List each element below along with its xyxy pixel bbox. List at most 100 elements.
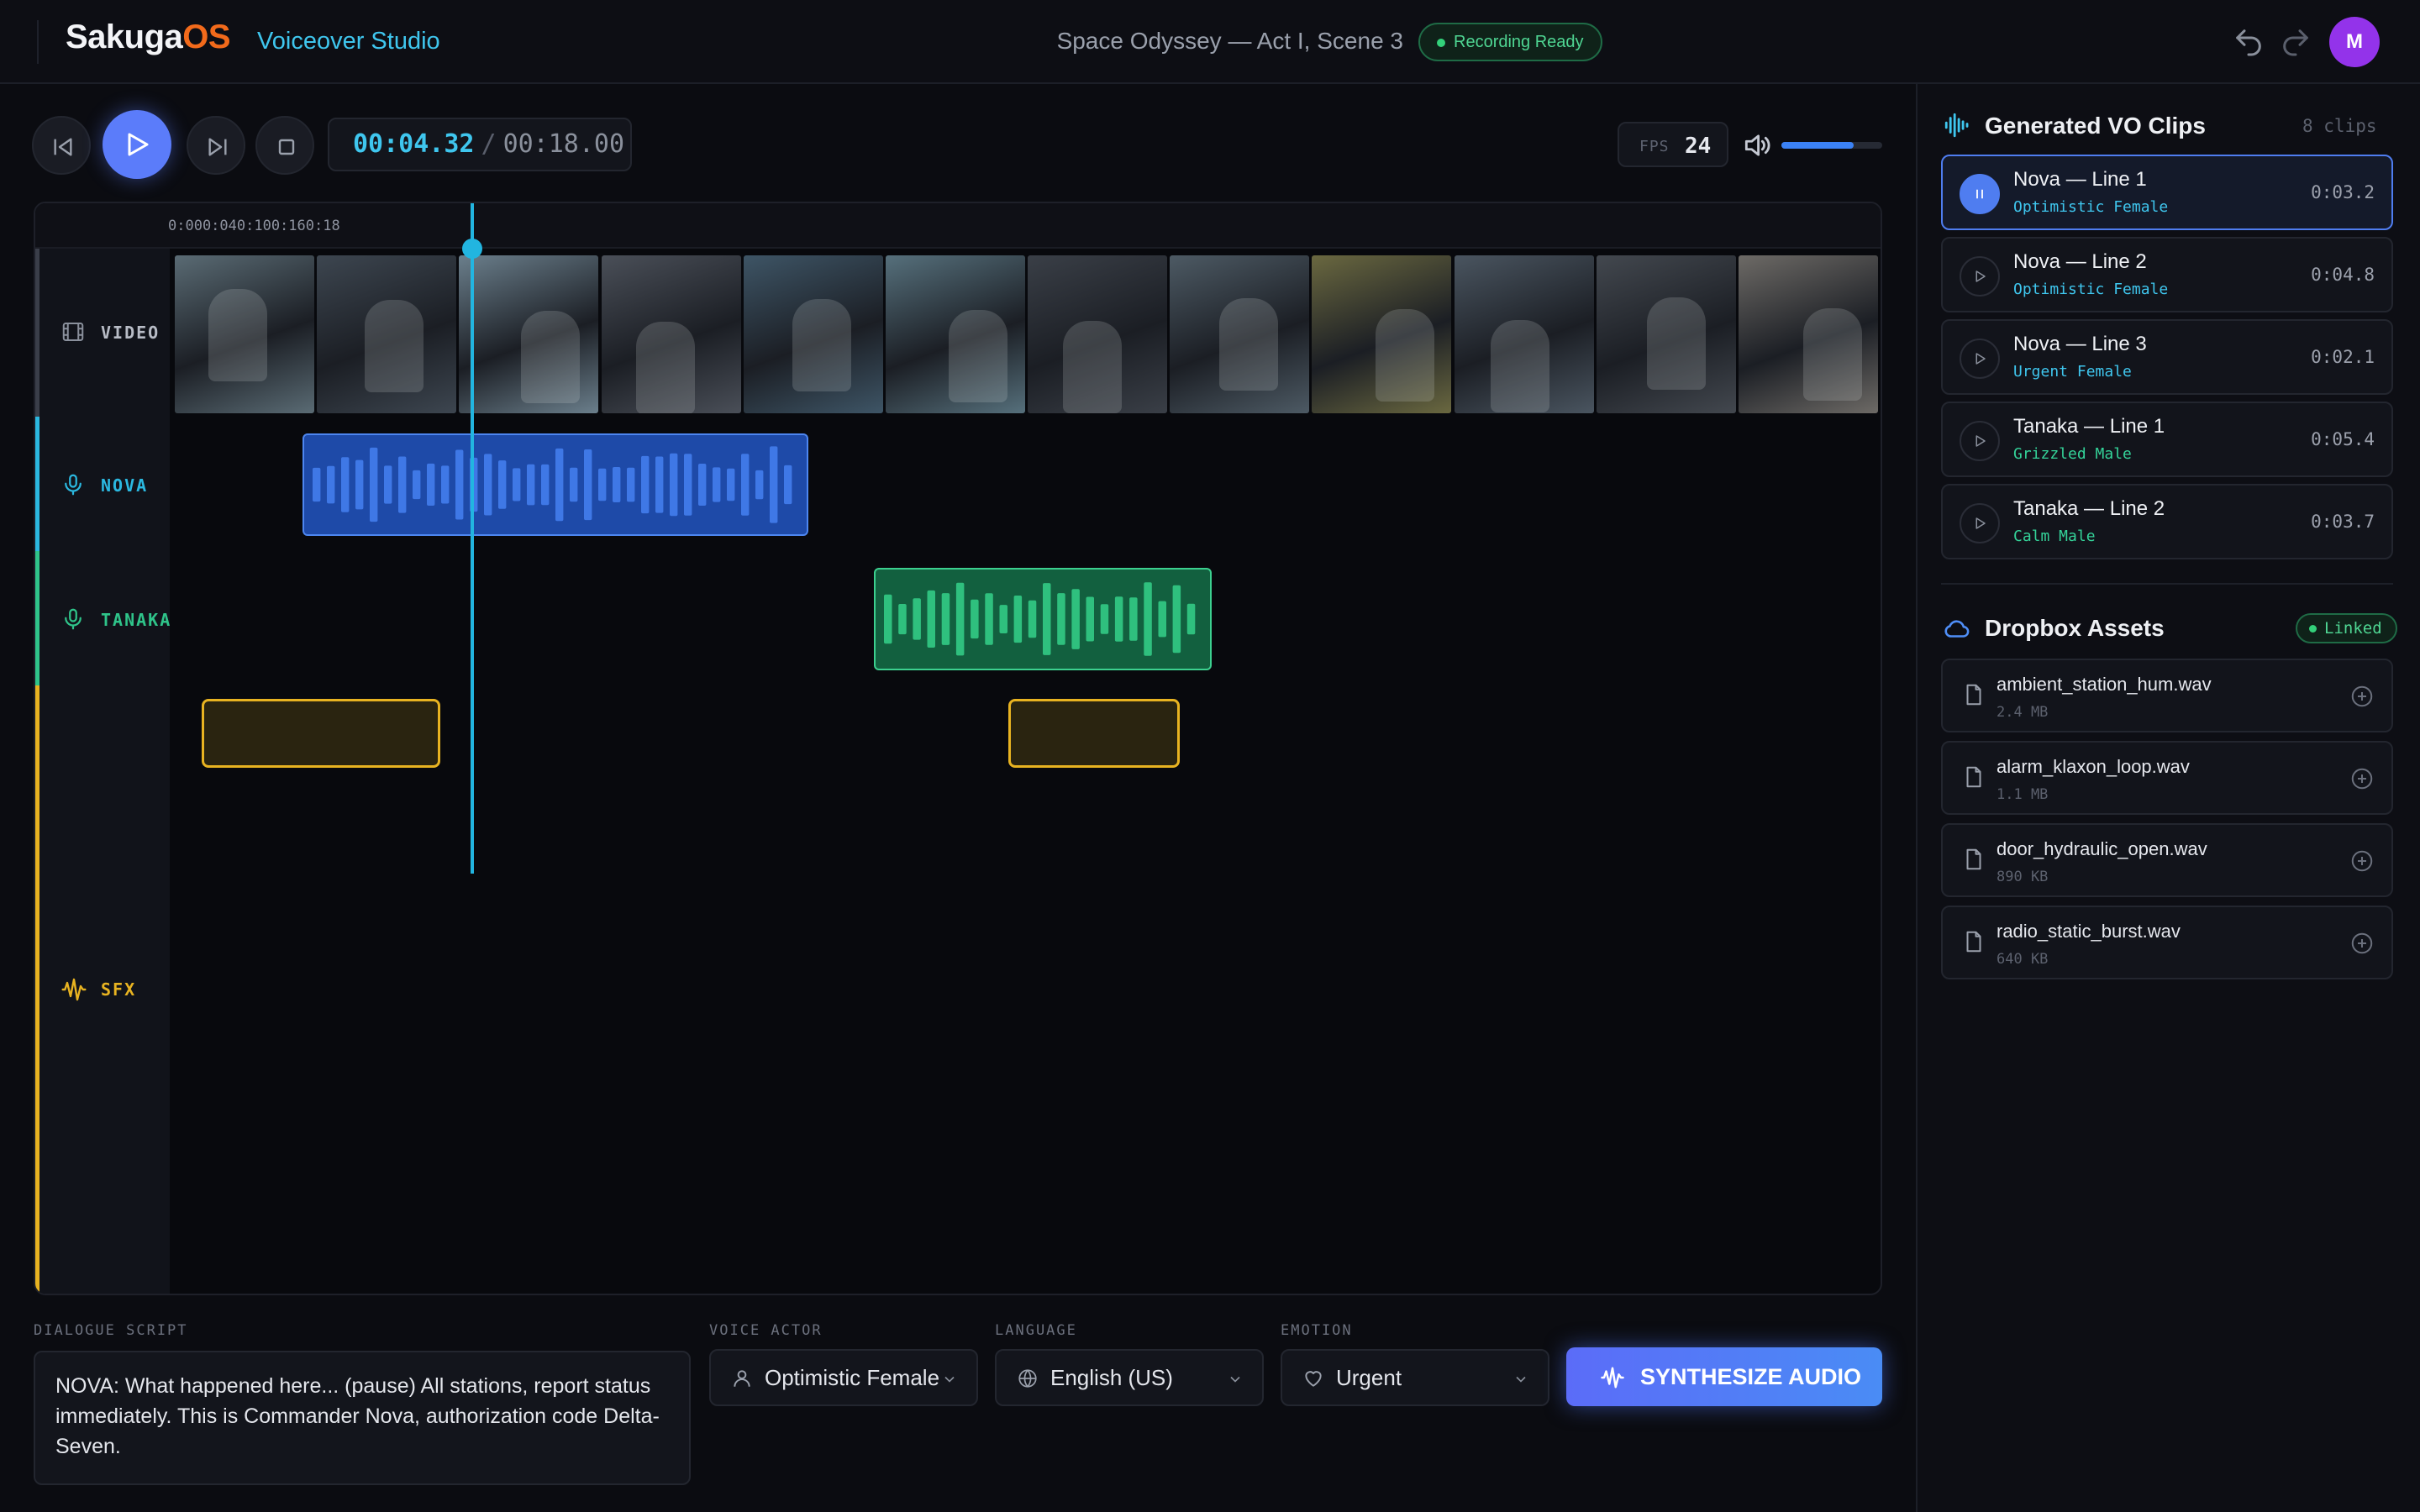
synthesize-audio-button[interactable]: SYNTHESIZE AUDIO xyxy=(1566,1347,1882,1406)
track-header-tanaka[interactable]: TANAKA xyxy=(35,551,170,685)
vo-clip-item[interactable]: Tanaka — Line 1 Grizzled Male 0:05.4 xyxy=(1941,402,2393,477)
track-header-sfx[interactable]: SFX xyxy=(35,685,170,1294)
emotion-select[interactable]: Urgent xyxy=(1281,1349,1549,1406)
logo-text-b: OS xyxy=(182,18,231,55)
nova-audio-clip[interactable] xyxy=(302,433,808,536)
waveform-bar xyxy=(413,470,421,500)
video-frame-thumbnail[interactable] xyxy=(1739,255,1878,413)
playhead-line[interactable] xyxy=(471,203,474,874)
undo-icon[interactable] xyxy=(2232,25,2265,59)
track-header-video[interactable]: VIDEO xyxy=(35,249,170,417)
skip-forward-button[interactable] xyxy=(187,116,245,175)
chevron-down-icon xyxy=(944,1376,955,1383)
stop-icon xyxy=(278,139,295,155)
app-logo[interactable]: SakugaOS xyxy=(66,18,231,56)
logo-text-a: Sakuga xyxy=(66,18,183,55)
module-title: Voiceover Studio xyxy=(257,28,440,55)
clip-duration: 0:03.7 xyxy=(2311,512,2375,532)
video-frame-thumbnail[interactable] xyxy=(744,255,883,413)
video-filmstrip[interactable] xyxy=(175,255,1881,413)
video-frame-thumbnail[interactable] xyxy=(1028,255,1167,413)
language-select[interactable]: English (US) xyxy=(995,1349,1264,1406)
asset-name: ambient_station_hum.wav xyxy=(1996,674,2212,695)
video-frame-thumbnail[interactable] xyxy=(602,255,741,413)
video-frame-thumbnail[interactable] xyxy=(1170,255,1309,413)
waveform-bar xyxy=(727,468,735,501)
dropbox-asset-item[interactable]: alarm_klaxon_loop.wav 1.1 MB xyxy=(1941,741,2393,815)
sfx-clip-1[interactable] xyxy=(202,699,440,768)
chevron-down-icon xyxy=(1516,1376,1526,1383)
recording-status-badge: Recording Ready xyxy=(1418,23,1602,61)
stop-button[interactable] xyxy=(255,116,314,175)
user-avatar[interactable]: M xyxy=(2329,17,2380,67)
waveform-bar xyxy=(584,449,592,521)
waveform-bar xyxy=(1129,597,1138,641)
waveform-bar xyxy=(655,456,664,513)
top-header: SakugaOS Voiceover Studio Space Odyssey … xyxy=(0,0,2420,84)
video-frame-thumbnail[interactable] xyxy=(459,255,598,413)
add-circle-icon[interactable] xyxy=(2349,848,2375,874)
video-frame-thumbnail[interactable] xyxy=(886,255,1025,413)
add-circle-icon[interactable] xyxy=(2349,684,2375,709)
time-ruler[interactable]: 0:000:040:100:160:18 xyxy=(35,203,1881,249)
dropbox-asset-item[interactable]: door_hydraulic_open.wav 890 KB xyxy=(1941,823,2393,897)
dropbox-asset-item[interactable]: radio_static_burst.wav 640 KB xyxy=(1941,906,2393,979)
volume-slider-fill xyxy=(1781,142,1854,149)
video-frame-thumbnail[interactable] xyxy=(1597,255,1736,413)
waveform-bar xyxy=(355,459,364,510)
dropbox-asset-item[interactable]: ambient_station_hum.wav 2.4 MB xyxy=(1941,659,2393,732)
waveform-bar xyxy=(1028,600,1037,638)
dialogue-script-textarea[interactable]: NOVA: What happened here... (pause) All … xyxy=(34,1351,691,1485)
vo-clip-item[interactable]: Nova — Line 2 Optimistic Female 0:04.8 xyxy=(1941,237,2393,312)
play-clip-button[interactable] xyxy=(1960,503,2000,543)
playhead-handle[interactable] xyxy=(462,239,482,259)
waveform-bar xyxy=(484,454,492,516)
play-clip-button[interactable] xyxy=(1960,339,2000,379)
add-circle-icon[interactable] xyxy=(2349,931,2375,956)
cloud-icon xyxy=(1944,620,1970,638)
clip-name: Nova — Line 2 xyxy=(2013,250,2147,273)
vo-clip-item[interactable]: Nova — Line 1 Optimistic Female 0:03.2 xyxy=(1941,155,2393,230)
video-frame-thumbnail[interactable] xyxy=(317,255,456,413)
vo-clip-item[interactable]: Nova — Line 3 Urgent Female 0:02.1 xyxy=(1941,319,2393,395)
waveform-bar xyxy=(755,470,764,500)
tanaka-audio-clip[interactable] xyxy=(874,568,1212,670)
clip-name: Tanaka — Line 1 xyxy=(2013,415,2165,438)
play-icon xyxy=(1975,435,1986,447)
waveform-bar xyxy=(370,447,378,522)
dropbox-linked-badge: Linked xyxy=(2296,613,2397,643)
microphone-icon xyxy=(65,474,82,496)
film-icon xyxy=(62,323,84,341)
waveform-bar xyxy=(1043,583,1051,655)
video-frame-thumbnail[interactable] xyxy=(175,255,314,413)
volume-slider[interactable] xyxy=(1781,142,1882,149)
vo-clip-item[interactable]: Tanaka — Line 2 Calm Male 0:03.7 xyxy=(1941,484,2393,559)
waveform-bar xyxy=(999,605,1007,633)
frame-figure xyxy=(208,289,267,381)
redo-icon[interactable] xyxy=(2279,25,2312,59)
play-clip-button[interactable] xyxy=(1960,421,2000,461)
fps-indicator[interactable]: FPS 24 xyxy=(1618,122,1728,167)
voice-actor-select[interactable]: Optimistic Female xyxy=(709,1349,978,1406)
clips-count: 8 clips xyxy=(2302,116,2377,136)
volume-icon[interactable] xyxy=(1741,129,1773,165)
dropbox-title: Dropbox Assets xyxy=(1985,615,2165,641)
ruler-ticks: 0:000:040:100:160:18 xyxy=(168,218,340,234)
clip-name: Nova — Line 3 xyxy=(2013,333,2147,355)
sfx-clip-2[interactable] xyxy=(1008,699,1180,768)
globe-icon xyxy=(1018,1369,1037,1388)
video-frame-thumbnail[interactable] xyxy=(1455,255,1594,413)
add-circle-icon[interactable] xyxy=(2349,766,2375,791)
clip-duration: 0:04.8 xyxy=(2311,265,2375,285)
track-header-nova[interactable]: NOVA xyxy=(35,417,170,551)
frame-figure xyxy=(1803,308,1862,401)
voice-actor-value: Optimistic Female xyxy=(765,1365,940,1390)
play-clip-button[interactable] xyxy=(1960,256,2000,297)
video-frame-thumbnail[interactable] xyxy=(1312,255,1451,413)
play-button[interactable] xyxy=(103,110,171,179)
pause-button[interactable] xyxy=(1960,174,2000,214)
vo-clips-title: Generated VO Clips xyxy=(1985,113,2206,139)
skip-back-button[interactable] xyxy=(32,116,91,175)
waveform-bar xyxy=(985,593,993,645)
frame-figure xyxy=(636,322,695,413)
